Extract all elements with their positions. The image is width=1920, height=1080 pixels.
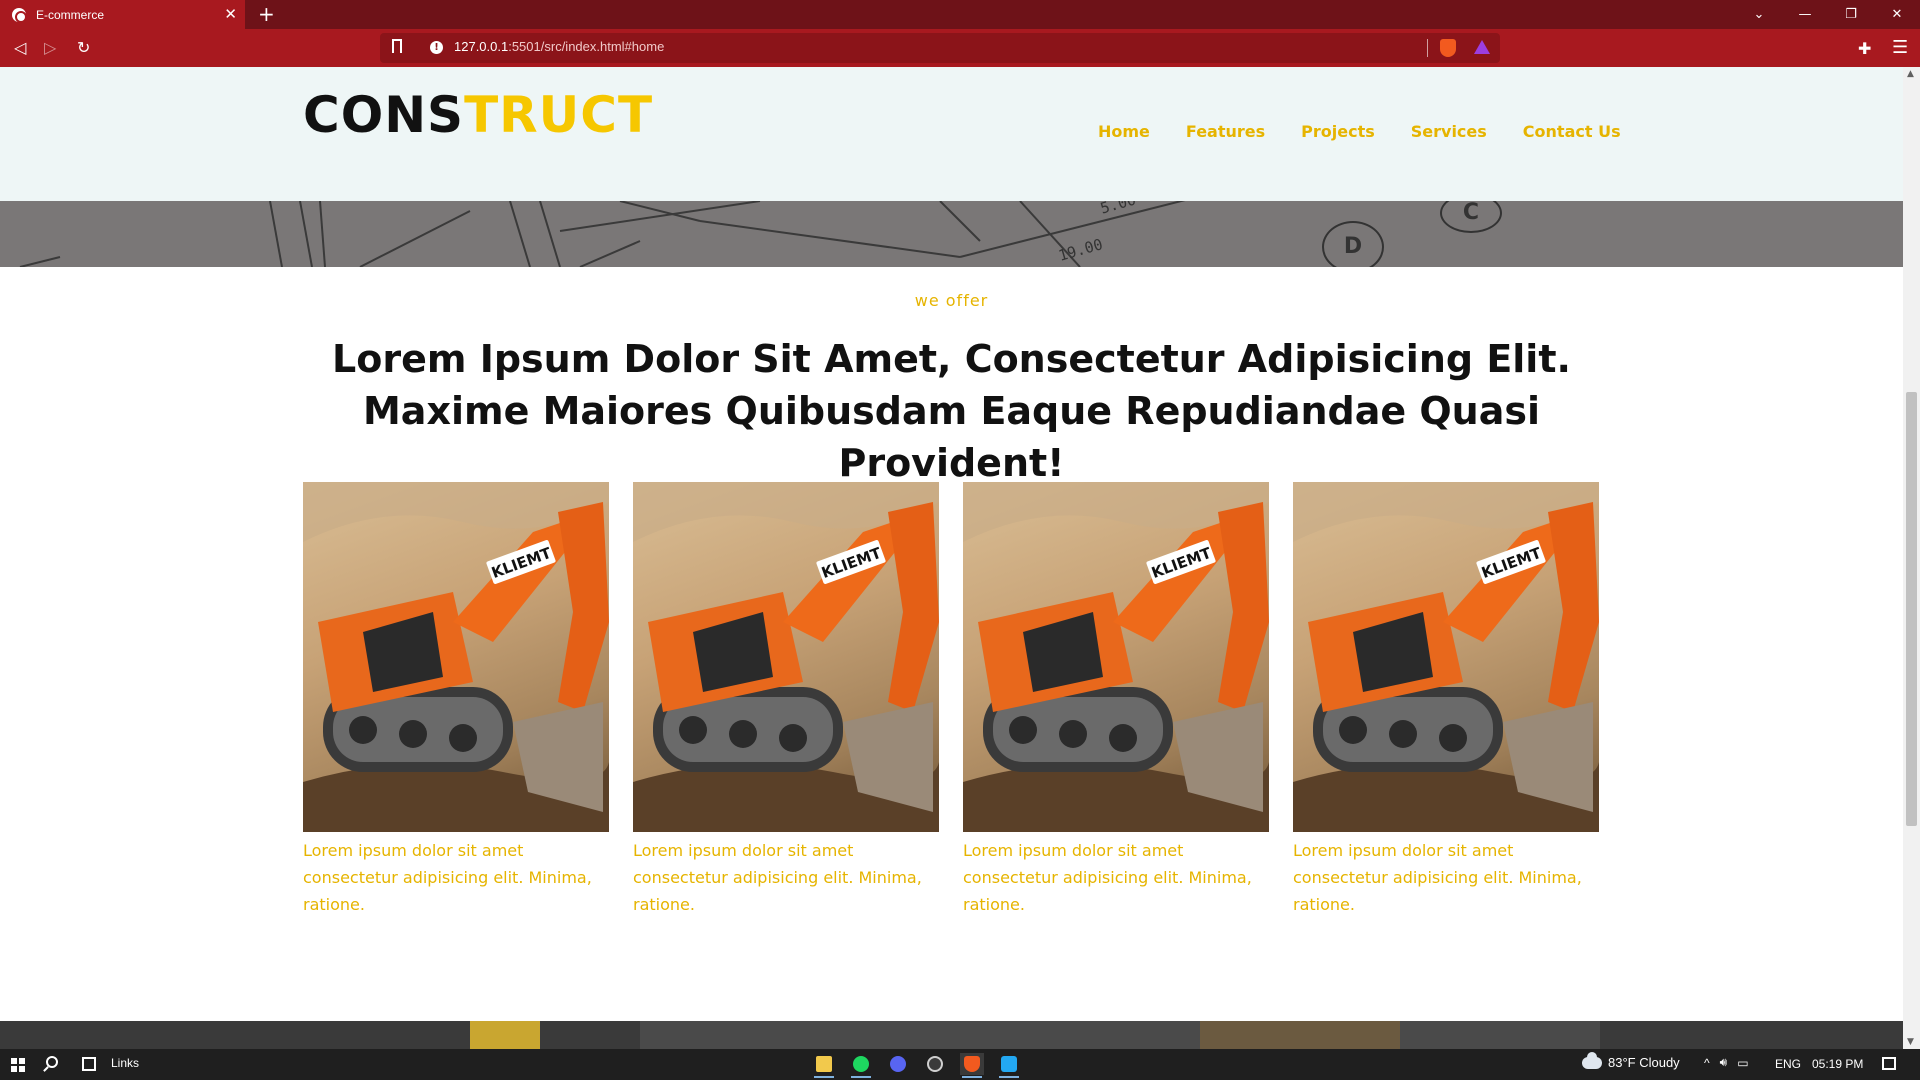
- minimize-button[interactable]: —: [1782, 0, 1828, 29]
- card-description: Lorem ipsum dolor sit amet consectetur a…: [963, 841, 1252, 914]
- blueprint-lines: [19, 201, 1186, 267]
- language-indicator[interactable]: ENG: [1775, 1057, 1801, 1071]
- section-eyebrow: we offer: [914, 291, 989, 310]
- bottom-strip-dark-segment: [640, 1021, 1600, 1049]
- search-icon[interactable]: [46, 1056, 58, 1068]
- start-button[interactable]: [11, 1058, 25, 1072]
- page-viewport: CONSTRUCT Home Features Projects Service…: [0, 67, 1903, 1049]
- restore-button[interactable]: ❐: [1828, 0, 1874, 29]
- windows-taskbar: Links 83°F Cloudy ^ 🔊︎ ▭ ENG 05:19 PM: [0, 1049, 1920, 1080]
- network-icon[interactable]: ▭: [1737, 1056, 1748, 1070]
- excavator-image: KLIEMT: [303, 482, 609, 832]
- scroll-down-arrow-icon[interactable]: ▼: [1907, 1037, 1914, 1047]
- browser-toolbar: ◁ ▷ ↻ ! 127.0.0.1:5501/src/index.html#ho…: [0, 29, 1920, 67]
- excavator-illustration: KLIEMT: [633, 482, 939, 832]
- close-tab-icon[interactable]: ✕: [224, 4, 237, 24]
- bookmark-icon[interactable]: [392, 39, 402, 53]
- window-controls: ⌄ — ❐ ✕: [1736, 0, 1920, 29]
- brave-rewards-icon[interactable]: [1474, 40, 1490, 54]
- browser-menu-icon[interactable]: ☰: [1892, 37, 1908, 58]
- url-text[interactable]: 127.0.0.1:5501/src/index.html#home: [454, 39, 664, 54]
- system-tray: ^ 🔊︎ ▭: [1704, 1055, 1749, 1070]
- offer-card[interactable]: KLIEMT Lorem ipsum dolor sit amet consec…: [303, 482, 609, 918]
- extensions-puzzle-icon[interactable]: ✚: [1858, 39, 1871, 58]
- browser-tab-active[interactable]: E-commerce ✕: [0, 0, 245, 29]
- nav-services[interactable]: Services: [1411, 122, 1487, 141]
- new-tab-button[interactable]: +: [258, 2, 275, 26]
- clock[interactable]: 05:19 PM: [1812, 1057, 1863, 1071]
- excavator-image: KLIEMT: [633, 482, 939, 832]
- scroll-thumb[interactable]: [1906, 392, 1917, 826]
- scroll-up-arrow-icon[interactable]: ▲: [1907, 69, 1914, 79]
- obs-icon[interactable]: [923, 1053, 947, 1075]
- notification-center-icon[interactable]: [1882, 1057, 1896, 1070]
- address-bar[interactable]: ! 127.0.0.1:5501/src/index.html#home: [380, 33, 1500, 63]
- close-window-button[interactable]: ✕: [1874, 0, 1920, 29]
- vscode-icon[interactable]: [997, 1053, 1021, 1078]
- address-separator: [1427, 39, 1428, 57]
- offer-card[interactable]: KLIEMT Lorem ipsum dolor sit amet consec…: [963, 482, 1269, 918]
- back-button[interactable]: ◁: [14, 37, 26, 59]
- nav-home[interactable]: Home: [1098, 122, 1150, 141]
- card-description: Lorem ipsum dolor sit amet consectetur a…: [303, 841, 592, 914]
- blueprint-circle-d: D: [1322, 221, 1384, 267]
- brave-icon[interactable]: [960, 1053, 984, 1078]
- volume-icon[interactable]: 🔊︎: [1720, 1055, 1728, 1070]
- forward-button[interactable]: ▷: [44, 37, 56, 59]
- nav-projects[interactable]: Projects: [1301, 122, 1375, 141]
- tab-title: E-commerce: [36, 7, 105, 22]
- nav-contact-us[interactable]: Contact Us: [1523, 122, 1621, 141]
- card-description: Lorem ipsum dolor sit amet consectetur a…: [1293, 841, 1582, 914]
- excavator-illustration: KLIEMT: [1293, 482, 1599, 832]
- brave-shields-icon[interactable]: [1440, 39, 1456, 57]
- offer-card[interactable]: KLIEMT Lorem ipsum dolor sit amet consec…: [1293, 482, 1599, 918]
- hero-blueprint-image: 5.00 19.00 C D: [0, 201, 1903, 267]
- site-info-icon[interactable]: !: [430, 41, 443, 54]
- links-toolbar[interactable]: Links: [111, 1056, 139, 1070]
- tab-search-icon[interactable]: ⌄: [1736, 0, 1782, 29]
- browser-tab-bar: E-commerce ✕ + ⌄ — ❐ ✕: [0, 0, 1920, 29]
- site-favicon-icon: [12, 7, 27, 23]
- site-header: CONSTRUCT Home Features Projects Service…: [0, 67, 1903, 201]
- offer-card[interactable]: KLIEMT Lorem ipsum dolor sit amet consec…: [633, 482, 939, 918]
- page-scrollbar[interactable]: ▲ ▼: [1903, 67, 1920, 1049]
- bottom-strip-brown-segment: [1200, 1021, 1400, 1049]
- discord-icon[interactable]: [886, 1053, 910, 1075]
- nav-features[interactable]: Features: [1186, 122, 1265, 141]
- file-explorer-icon[interactable]: [812, 1053, 836, 1078]
- site-logo[interactable]: CONSTRUCT: [303, 85, 653, 145]
- weather-text: 83°F Cloudy: [1608, 1055, 1680, 1070]
- spotify-icon[interactable]: [849, 1053, 873, 1078]
- cloudy-weather-icon: [1582, 1051, 1602, 1069]
- card-description: Lorem ipsum dolor sit amet consectetur a…: [633, 841, 922, 914]
- excavator-image: KLIEMT: [1293, 482, 1599, 832]
- offer-cards: KLIEMT Lorem ipsum dolor sit amet consec…: [303, 482, 1600, 918]
- task-view-icon[interactable]: [82, 1057, 96, 1071]
- bottom-strip-yellow-segment: [470, 1021, 540, 1049]
- tray-chevron-up-icon[interactable]: ^: [1704, 1056, 1710, 1070]
- reload-button[interactable]: ↻: [77, 37, 90, 59]
- next-section-image: [0, 1021, 1903, 1049]
- excavator-illustration: KLIEMT: [963, 482, 1269, 832]
- excavator-illustration: KLIEMT: [303, 482, 609, 832]
- main-nav: Home Features Projects Services Contact …: [1098, 122, 1621, 141]
- section-heading: Lorem Ipsum Dolor Sit Amet, Consectetur …: [332, 337, 1571, 485]
- excavator-image: KLIEMT: [963, 482, 1269, 832]
- weather-widget[interactable]: 83°F Cloudy: [1582, 1051, 1680, 1070]
